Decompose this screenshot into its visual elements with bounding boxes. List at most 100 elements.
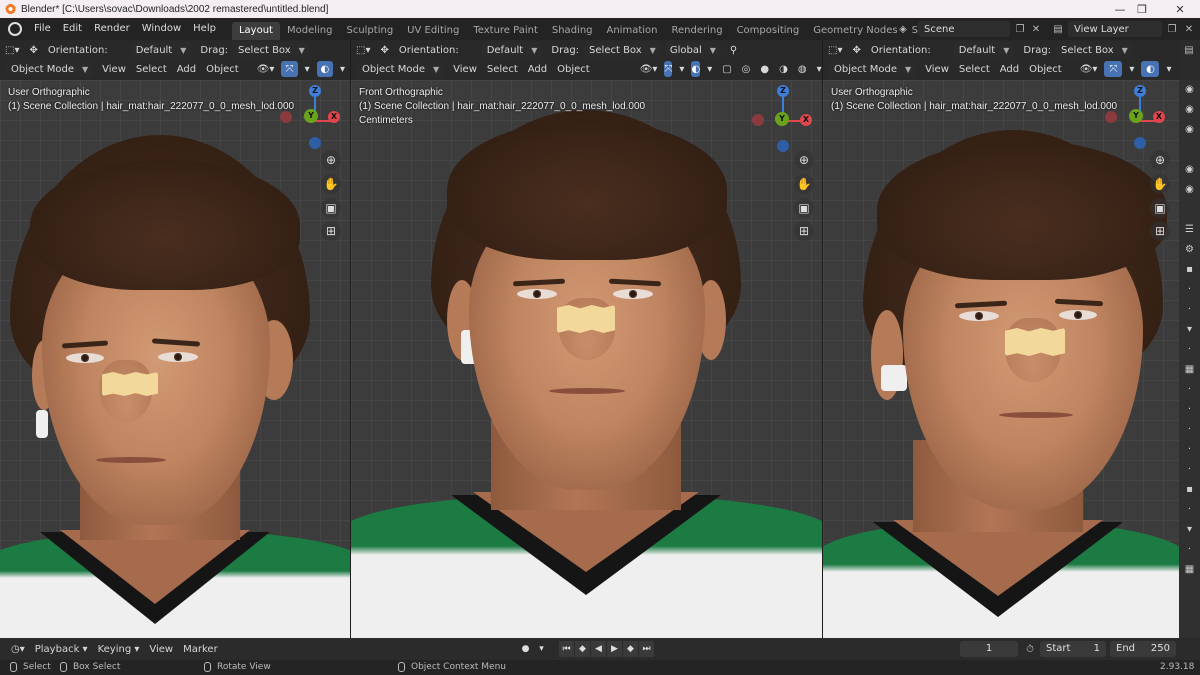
data-props-icon[interactable]: · bbox=[1179, 340, 1200, 360]
gizmo-neg-z[interactable] bbox=[1134, 137, 1146, 149]
gizmo-y-axis[interactable]: Y bbox=[1129, 109, 1143, 123]
tab-animation[interactable]: Animation bbox=[600, 22, 665, 40]
gizmo-neg-x[interactable] bbox=[752, 114, 764, 126]
start-frame-field[interactable]: Start 1 bbox=[1040, 641, 1106, 657]
scene-selector[interactable]: Scene bbox=[918, 21, 1010, 37]
outliner-filter-icon[interactable]: ▤ bbox=[1181, 42, 1197, 58]
world-props-icon[interactable]: ◉ bbox=[1179, 180, 1200, 200]
menu-view[interactable]: View bbox=[97, 61, 131, 77]
close-button[interactable]: ✕ bbox=[1160, 0, 1200, 18]
end-frame-field[interactable]: End 250 bbox=[1110, 641, 1176, 657]
menu-object[interactable]: Object bbox=[552, 61, 595, 77]
tab-texture-paint[interactable]: Texture Paint bbox=[466, 22, 545, 40]
tab-geometry-nodes[interactable]: Geometry Nodes bbox=[806, 22, 904, 40]
hand-icon[interactable]: ✋ bbox=[794, 174, 814, 194]
camera-icon[interactable]: ▣ bbox=[1150, 198, 1170, 218]
menu-select[interactable]: Select bbox=[954, 61, 995, 77]
gizmo-z-axis[interactable]: Z bbox=[309, 85, 321, 97]
extra-icon-4[interactable]: ▪ bbox=[1179, 480, 1200, 500]
gizmo-z-axis[interactable]: Z bbox=[777, 85, 789, 97]
drag-dropdown[interactable]: Select Box ▼ bbox=[584, 42, 661, 58]
gizmo-dropdown-icon[interactable]: ▾ bbox=[300, 61, 315, 77]
play-icon[interactable]: ▶ bbox=[607, 641, 622, 657]
navigation-gizmo[interactable]: Z X Y bbox=[748, 85, 818, 155]
grid-icon[interactable]: ⊞ bbox=[321, 221, 341, 241]
select-cursor-icon[interactable]: ⬚▾ bbox=[351, 42, 375, 58]
menu-select[interactable]: Select bbox=[131, 61, 172, 77]
blender-menu-icon[interactable] bbox=[8, 22, 22, 36]
grid-icon[interactable]: ⊞ bbox=[1150, 221, 1170, 241]
timeline-view-menu[interactable]: View bbox=[144, 644, 178, 655]
gizmo-neg-z[interactable] bbox=[309, 137, 321, 149]
gizmo-neg-x[interactable] bbox=[1105, 111, 1117, 123]
prev-keyframe-icon[interactable]: ◆ bbox=[575, 641, 590, 657]
camera-icon[interactable]: ▣ bbox=[321, 198, 341, 218]
record-icon[interactable]: ● bbox=[518, 641, 533, 657]
visibility-icon[interactable]: 👁▾ bbox=[252, 61, 280, 77]
texture-icon[interactable]: · bbox=[1179, 380, 1200, 400]
orientation-dropdown[interactable]: Default ▼ bbox=[130, 42, 192, 58]
properties-tab-icon[interactable]: ☰ bbox=[1179, 220, 1200, 240]
gizmo-dropdown-icon[interactable]: ▾ bbox=[1124, 61, 1139, 77]
gizmo-y-axis[interactable]: Y bbox=[775, 112, 789, 126]
scene-icon[interactable]: ◈ bbox=[895, 21, 911, 37]
menu-file[interactable]: File bbox=[28, 18, 57, 40]
mode-dropdown[interactable]: Object Mode ▼ bbox=[6, 61, 94, 77]
viewport-left[interactable]: ⬚▾ ✥ Orientation: Default ▼ Drag: Select … bbox=[0, 40, 350, 638]
viewport-right[interactable]: ⬚▾ ✥ Orientation: Default ▼ Drag: Select … bbox=[823, 40, 1179, 638]
zoom-icon[interactable]: ⊕ bbox=[1150, 150, 1170, 170]
drag-dropdown[interactable]: Select Box ▼ bbox=[1056, 42, 1133, 58]
extra-icon-1[interactable]: · bbox=[1179, 420, 1200, 440]
record-dropdown-icon[interactable]: ▾ bbox=[534, 641, 549, 657]
zoom-icon[interactable]: ⊕ bbox=[321, 150, 341, 170]
output-icon[interactable]: ◉ bbox=[1179, 100, 1200, 120]
view-layer-icon[interactable]: ▤ bbox=[1050, 21, 1066, 37]
maximize-button[interactable]: ❐ bbox=[1122, 0, 1162, 18]
gizmo-y-axis[interactable]: Y bbox=[304, 109, 318, 123]
render-icon[interactable]: ◉ bbox=[1179, 80, 1200, 100]
tab-uv-editing[interactable]: UV Editing bbox=[400, 22, 466, 40]
visibility-icon[interactable]: 👁▾ bbox=[1075, 61, 1103, 77]
move-icon[interactable]: ✥ bbox=[24, 42, 42, 58]
playback-menu[interactable]: Playback ▾ bbox=[30, 644, 93, 655]
menu-select[interactable]: Select bbox=[482, 61, 523, 77]
copy-scene-icon[interactable]: ❐ bbox=[1012, 21, 1028, 37]
mode-dropdown[interactable]: Object Mode ▼ bbox=[357, 61, 445, 77]
visibility-icon[interactable]: 👁▾ bbox=[635, 61, 663, 77]
tab-layout[interactable]: Layout bbox=[231, 22, 280, 40]
rendered-shading-icon[interactable]: ◍ bbox=[793, 61, 812, 77]
wireframe-shading-icon[interactable]: ◎ bbox=[737, 61, 756, 77]
jump-end-icon[interactable]: ⏭ bbox=[639, 641, 654, 657]
particles-icon[interactable]: · bbox=[1179, 280, 1200, 300]
tab-rendering[interactable]: Rendering bbox=[664, 22, 729, 40]
view-layer-props-icon[interactable]: ◉ bbox=[1179, 120, 1200, 140]
physics-icon[interactable]: · bbox=[1179, 300, 1200, 320]
solid-shading-icon[interactable]: ● bbox=[755, 61, 774, 77]
grid-icon[interactable]: ⊞ bbox=[794, 221, 814, 241]
view-layer-selector[interactable]: View Layer bbox=[1068, 21, 1162, 37]
menu-object[interactable]: Object bbox=[201, 61, 244, 77]
snap-icon[interactable]: ⚲ bbox=[725, 42, 742, 58]
gizmo-x-axis[interactable]: X bbox=[1153, 111, 1165, 123]
next-keyframe-icon[interactable]: ◆ bbox=[623, 641, 638, 657]
material-icon[interactable]: ▦ bbox=[1179, 360, 1200, 380]
timeline-editor-icon[interactable]: ◷▾ bbox=[6, 644, 30, 655]
tab-shading[interactable]: Shading bbox=[545, 22, 600, 40]
viewport-center[interactable]: ⬚▾ ✥ Orientation: Default ▼ Drag: Select … bbox=[351, 40, 822, 638]
menu-add[interactable]: Add bbox=[172, 61, 201, 77]
delete-scene-icon[interactable]: ✕ bbox=[1028, 21, 1044, 37]
gizmo-toggle-icon[interactable]: ⤧ bbox=[1104, 61, 1123, 77]
navigation-gizmo[interactable]: Z X Y bbox=[280, 85, 350, 155]
current-frame-field[interactable]: 1 bbox=[960, 641, 1018, 657]
copy-view-layer-icon[interactable]: ❐ bbox=[1164, 21, 1180, 37]
mode-dropdown[interactable]: Object Mode ▼ bbox=[829, 61, 917, 77]
menu-add[interactable]: Add bbox=[523, 61, 552, 77]
extra-icon-6[interactable]: ▾ bbox=[1179, 520, 1200, 540]
hand-icon[interactable]: ✋ bbox=[1150, 174, 1170, 194]
overlay-dropdown-icon[interactable]: ▾ bbox=[702, 61, 717, 77]
gizmo-z-axis[interactable]: Z bbox=[1134, 85, 1146, 97]
tab-compositing[interactable]: Compositing bbox=[730, 22, 807, 40]
extra-icon-3[interactable]: · bbox=[1179, 460, 1200, 480]
marker-menu[interactable]: Marker bbox=[178, 644, 223, 655]
gizmo-toggle-icon[interactable]: ⤧ bbox=[281, 61, 298, 77]
